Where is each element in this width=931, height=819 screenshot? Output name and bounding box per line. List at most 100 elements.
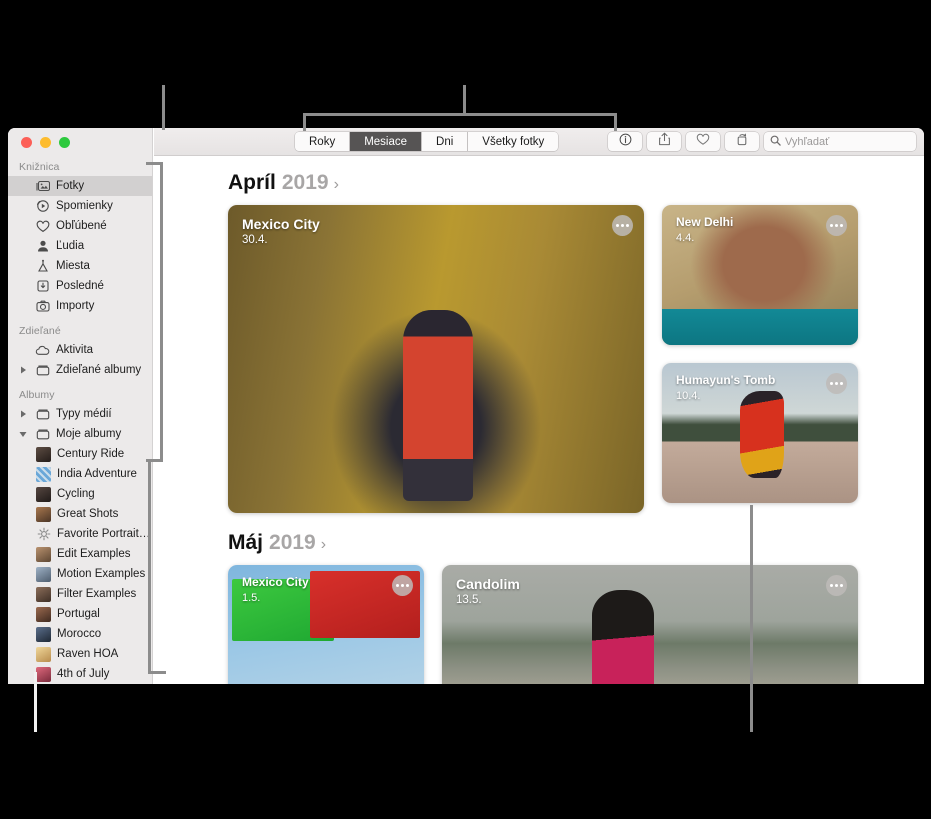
search-field[interactable]: Vyhľadať — [764, 132, 916, 151]
folder-icon — [35, 407, 50, 422]
camera-icon — [35, 299, 50, 314]
photo-card-title: Candolim — [456, 576, 520, 592]
photo-card-date: 1.5. — [242, 591, 261, 604]
month-year: 2019 — [269, 531, 316, 554]
more-options-button[interactable] — [826, 575, 847, 596]
sidebar-album-great-shots[interactable]: Great Shots — [8, 504, 152, 524]
sidebar-album-cycling[interactable]: Cycling — [8, 484, 152, 504]
sidebar-item-aktivita[interactable]: Aktivita — [8, 340, 152, 360]
sidebar-item-label: India Adventure — [57, 468, 137, 480]
sidebar-item-label: Filter Examples — [57, 588, 137, 600]
more-options-button[interactable] — [826, 215, 847, 236]
disclosure-triangle-collapsed[interactable] — [17, 363, 29, 377]
sidebar-album-edit-examples[interactable]: Edit Examples — [8, 544, 152, 564]
sidebar-item-zdielane-albumy[interactable]: Zdieľané albumy — [8, 360, 152, 380]
month-grid-maj: Mexico City 1.5. Candolim 13.5. — [154, 565, 924, 684]
chevron-right-icon[interactable]: › — [321, 536, 326, 554]
info-icon — [619, 133, 632, 151]
callout-toolbar-bracket-top — [303, 113, 617, 116]
photo-card-caption: Mexico City 1.5. — [242, 575, 309, 604]
share-button[interactable] — [647, 132, 681, 151]
photo-image — [228, 205, 644, 513]
sidebar-item-label: Favorite Portrait… — [57, 528, 151, 540]
zoom-button[interactable] — [59, 136, 70, 148]
chevron-right-icon[interactable]: › — [334, 176, 339, 194]
disclosure-triangle-expanded[interactable] — [17, 427, 29, 441]
album-thumbnail — [36, 546, 51, 562]
tab-mesiace[interactable]: Mesiace — [350, 132, 423, 151]
favorite-button[interactable] — [686, 132, 720, 151]
month-name: Máj — [228, 531, 264, 554]
close-button[interactable] — [21, 136, 32, 148]
sidebar-item-label: Aktivita — [56, 344, 94, 356]
photo-card-candolim[interactable]: Candolim 13.5. — [442, 565, 858, 684]
month-side-column-april: New Delhi 4.4. Humayun's Tomb 10.4. — [662, 205, 858, 513]
more-options-button[interactable] — [826, 373, 847, 394]
view-mode-segmented-control[interactable]: Roky Mesiace Dni Všetky fotky — [295, 132, 559, 151]
sidebar-item-typy-medii[interactable]: Typy médií — [8, 404, 152, 424]
photo-card-date: 10.4. — [676, 389, 701, 402]
sidebar-item-label: Edit Examples — [57, 548, 131, 560]
photo-card-caption: Candolim 13.5. — [456, 576, 520, 606]
sidebar-album-century-ride[interactable]: Century Ride — [8, 444, 152, 464]
sidebar-album-favorite-portraits[interactable]: Favorite Portrait… — [8, 524, 152, 544]
sidebar-scroll-area[interactable]: Knižnica Fotky Spomienky Obľúbené Ľudia … — [8, 156, 152, 684]
sidebar-album-filter-examples[interactable]: Filter Examples — [8, 584, 152, 604]
rotate-icon — [735, 132, 749, 151]
sidebar-item-moje-albumy[interactable]: Moje albumy — [8, 424, 152, 444]
month-name: Apríl — [228, 171, 276, 194]
photo-card-mexico-city-april[interactable]: Mexico City 30.4. — [228, 205, 644, 513]
sidebar-item-label: Importy — [56, 300, 95, 312]
search-placeholder: Vyhľadať — [785, 135, 830, 148]
sidebar-item-oblubene[interactable]: Obľúbené — [8, 216, 152, 236]
tab-dni[interactable]: Dni — [422, 132, 469, 151]
sidebar-item-posledne[interactable]: Posledné — [8, 276, 152, 296]
month-header-april[interactable]: Apríl 2019 › — [154, 157, 924, 205]
album-thumbnail — [36, 566, 51, 582]
sidebar-item-importy[interactable]: Importy — [8, 296, 152, 316]
sidebar-album-morocco[interactable]: Morocco — [8, 624, 152, 644]
photo-card-date: 13.5. — [456, 594, 482, 607]
photo-grid-content[interactable]: Apríl 2019 › Mexico City 30.4. New Delhi… — [154, 157, 924, 684]
sidebar-album-portugal[interactable]: Portugal — [8, 604, 152, 624]
minimize-button[interactable] — [40, 136, 51, 148]
sidebar-item-label: Obľúbené — [56, 220, 107, 232]
photo-card-new-delhi[interactable]: New Delhi 4.4. — [662, 205, 858, 345]
sidebar-album-raven-hoa[interactable]: Raven HOA — [8, 644, 152, 664]
window-controls[interactable] — [8, 128, 152, 156]
toolbar: Roky Mesiace Dni Všetky fotky Vyhľadať — [154, 128, 924, 156]
sidebar-item-miesta[interactable]: Miesta — [8, 256, 152, 276]
sidebar-album-motion-examples[interactable]: Motion Examples — [8, 564, 152, 584]
photo-card-humayuns-tomb[interactable]: Humayun's Tomb 10.4. — [662, 363, 858, 503]
photo-card-caption: Mexico City 30.4. — [242, 216, 320, 246]
callout-albums-pointer — [34, 672, 37, 732]
callout-card-pointer — [750, 505, 753, 732]
sidebar-section-header-albums: Albumy — [19, 389, 55, 401]
sidebar-item-label: Zdieľané albumy — [56, 364, 142, 376]
tab-vsetky-fotky[interactable]: Všetky fotky — [468, 132, 559, 151]
info-button[interactable] — [608, 132, 642, 151]
more-options-button[interactable] — [612, 215, 633, 236]
photo-card-title: Mexico City — [242, 216, 320, 232]
photo-card-mexico-city-maj[interactable]: Mexico City 1.5. — [228, 565, 424, 684]
callout-top-mid-vertical — [463, 85, 466, 115]
album-thumbnail — [36, 586, 51, 602]
sidebar-item-ludia[interactable]: Ľudia — [8, 236, 152, 256]
tab-roky[interactable]: Roky — [295, 132, 351, 151]
sidebar-item-fotky[interactable]: Fotky — [8, 176, 152, 196]
rotate-button[interactable] — [725, 132, 759, 151]
month-grid-april: Mexico City 30.4. New Delhi 4.4. Humayun… — [154, 205, 924, 513]
sidebar-album-india-adventure[interactable]: India Adventure — [8, 464, 152, 484]
more-options-button[interactable] — [392, 575, 413, 596]
sidebar-item-spomienky[interactable]: Spomienky — [8, 196, 152, 216]
disclosure-triangle-collapsed[interactable] — [17, 407, 29, 421]
sidebar-album-4th-of-july[interactable]: 4th of July — [8, 664, 152, 684]
month-header-maj[interactable]: Máj 2019 › — [154, 513, 924, 565]
callout-sidebar-lower-bottom — [148, 671, 166, 674]
album-thumbnail — [36, 486, 51, 502]
sidebar-item-label: Posledné — [56, 280, 104, 292]
